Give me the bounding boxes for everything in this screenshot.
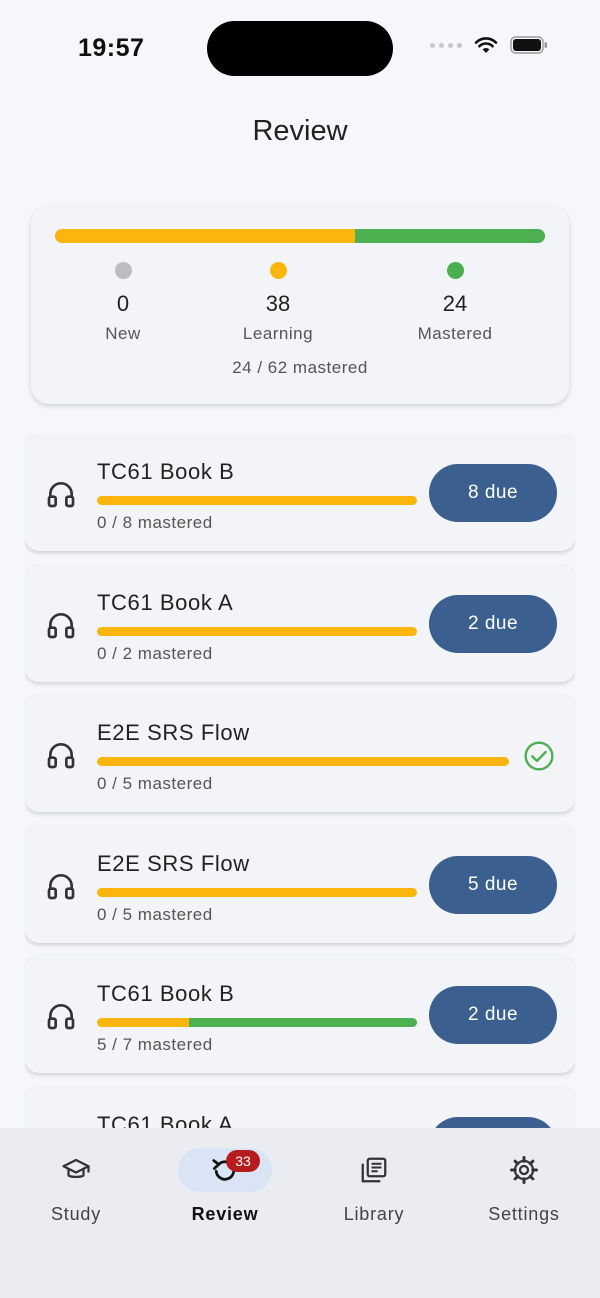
deck-card[interactable]: TC61 Book B 0 / 8 mastered 8 due xyxy=(25,434,575,551)
learning-dot-icon xyxy=(269,262,287,279)
gear-icon xyxy=(510,1156,538,1184)
deck-title: TC61 Book B xyxy=(97,459,235,484)
mastered-segment xyxy=(355,229,545,243)
tab-settings-indicator xyxy=(477,1148,571,1192)
signal-dots-icon xyxy=(430,42,462,48)
deck-card[interactable]: TC61 Book B 5 / 7 mastered 2 due xyxy=(25,956,575,1073)
review-count-badge: 33 xyxy=(226,1150,260,1172)
deck-list[interactable]: TC61 Book B 0 / 8 mastered 8 due TC61 Bo… xyxy=(25,434,575,1128)
stat-new-count: 0 xyxy=(116,291,130,316)
stat-mastered-label: Mastered xyxy=(417,324,493,343)
deck-title: E2E SRS Flow xyxy=(97,851,250,876)
status-icons xyxy=(430,36,548,54)
tab-review-indicator: 33 xyxy=(178,1148,272,1192)
deck-card[interactable]: TC61 Book A xyxy=(25,1087,575,1128)
stat-mastered-count: 24 xyxy=(442,291,468,316)
deck-mastered-count: 0 / 5 mastered xyxy=(97,774,213,793)
deck-progress-bar xyxy=(97,496,417,505)
deck-title: TC61 Book B xyxy=(97,981,235,1006)
tab-settings-label: Settings xyxy=(488,1204,560,1224)
mastered-segment xyxy=(188,1018,417,1027)
stat-learning-count: 38 xyxy=(265,291,291,316)
dynamic-island xyxy=(207,21,393,76)
learning-segment xyxy=(97,1018,189,1027)
summary-progress-bar xyxy=(55,229,545,243)
battery-icon xyxy=(510,36,547,54)
status-time: 19:57 xyxy=(78,34,145,62)
learning-segment xyxy=(97,888,417,897)
deck-mastered-count: 0 / 8 mastered xyxy=(97,513,213,532)
new-dot-icon xyxy=(114,262,132,279)
headphones-icon xyxy=(47,482,75,508)
deck-mastered-count: 0 / 2 mastered xyxy=(97,644,213,663)
tab-review[interactable]: 33 Review xyxy=(150,1148,300,1248)
stat-mastered: 24 Mastered xyxy=(385,262,525,344)
headphones-icon xyxy=(47,613,75,639)
tab-study-indicator xyxy=(29,1148,123,1192)
summary-footer: 24 / 62 mastered xyxy=(232,358,368,377)
tab-library-label: Library xyxy=(343,1204,405,1224)
deck-progress-bar xyxy=(97,888,417,897)
stat-learning-label: Learning xyxy=(242,324,314,343)
deck-title: TC61 Book A xyxy=(97,590,234,615)
learning-segment xyxy=(97,627,417,636)
due-button[interactable]: 8 due xyxy=(429,464,557,522)
tab-library-indicator xyxy=(327,1148,421,1192)
deck-mastered-count: 5 / 7 mastered xyxy=(97,1035,213,1054)
due-button[interactable]: 5 due xyxy=(429,856,557,914)
due-button[interactable]: 2 due xyxy=(429,986,557,1044)
stat-new: 0 New xyxy=(53,262,193,344)
deck-card[interactable]: TC61 Book A 0 / 2 mastered 2 due xyxy=(25,565,575,682)
headphones-icon xyxy=(47,743,75,769)
deck-progress-bar xyxy=(97,1018,417,1027)
wifi-icon xyxy=(474,37,498,53)
tab-bar: Study 33 Review Library Settings xyxy=(0,1128,600,1298)
library-icon xyxy=(361,1157,387,1183)
graduation-cap-icon xyxy=(62,1158,90,1178)
deck-title: E2E SRS Flow xyxy=(97,720,250,745)
deck-title: TC61 Book A xyxy=(97,1112,234,1128)
page-title: Review xyxy=(252,115,348,147)
summary-card: 0 New 38 Learning 24 Mastered 24 / 62 ma… xyxy=(31,206,569,404)
deck-mastered-count: 0 / 5 mastered xyxy=(97,905,213,924)
learning-segment xyxy=(55,229,356,243)
learning-segment xyxy=(97,757,509,766)
deck-progress-bar xyxy=(97,757,509,766)
stat-new-label: New xyxy=(105,324,141,343)
stat-learning: 38 Learning xyxy=(208,262,348,344)
tab-study-label: Study xyxy=(50,1204,102,1224)
learning-segment xyxy=(97,496,417,505)
headphones-icon xyxy=(47,1004,75,1030)
headphones-icon xyxy=(47,874,75,900)
tab-review-label: Review xyxy=(191,1204,259,1224)
due-button[interactable] xyxy=(429,1117,557,1128)
tab-study[interactable]: Study xyxy=(1,1148,151,1248)
deck-card[interactable]: E2E SRS Flow 0 / 5 mastered xyxy=(25,695,575,812)
deck-progress-bar xyxy=(97,627,417,636)
deck-card[interactable]: E2E SRS Flow 0 / 5 mastered 5 due xyxy=(25,826,575,943)
due-button[interactable]: 2 due xyxy=(429,595,557,653)
status-bar: 19:57 xyxy=(0,0,600,96)
mastered-dot-icon xyxy=(446,262,464,279)
tab-library[interactable]: Library xyxy=(299,1148,449,1248)
tab-settings[interactable]: Settings xyxy=(449,1148,599,1248)
check-circle-icon xyxy=(524,741,554,771)
